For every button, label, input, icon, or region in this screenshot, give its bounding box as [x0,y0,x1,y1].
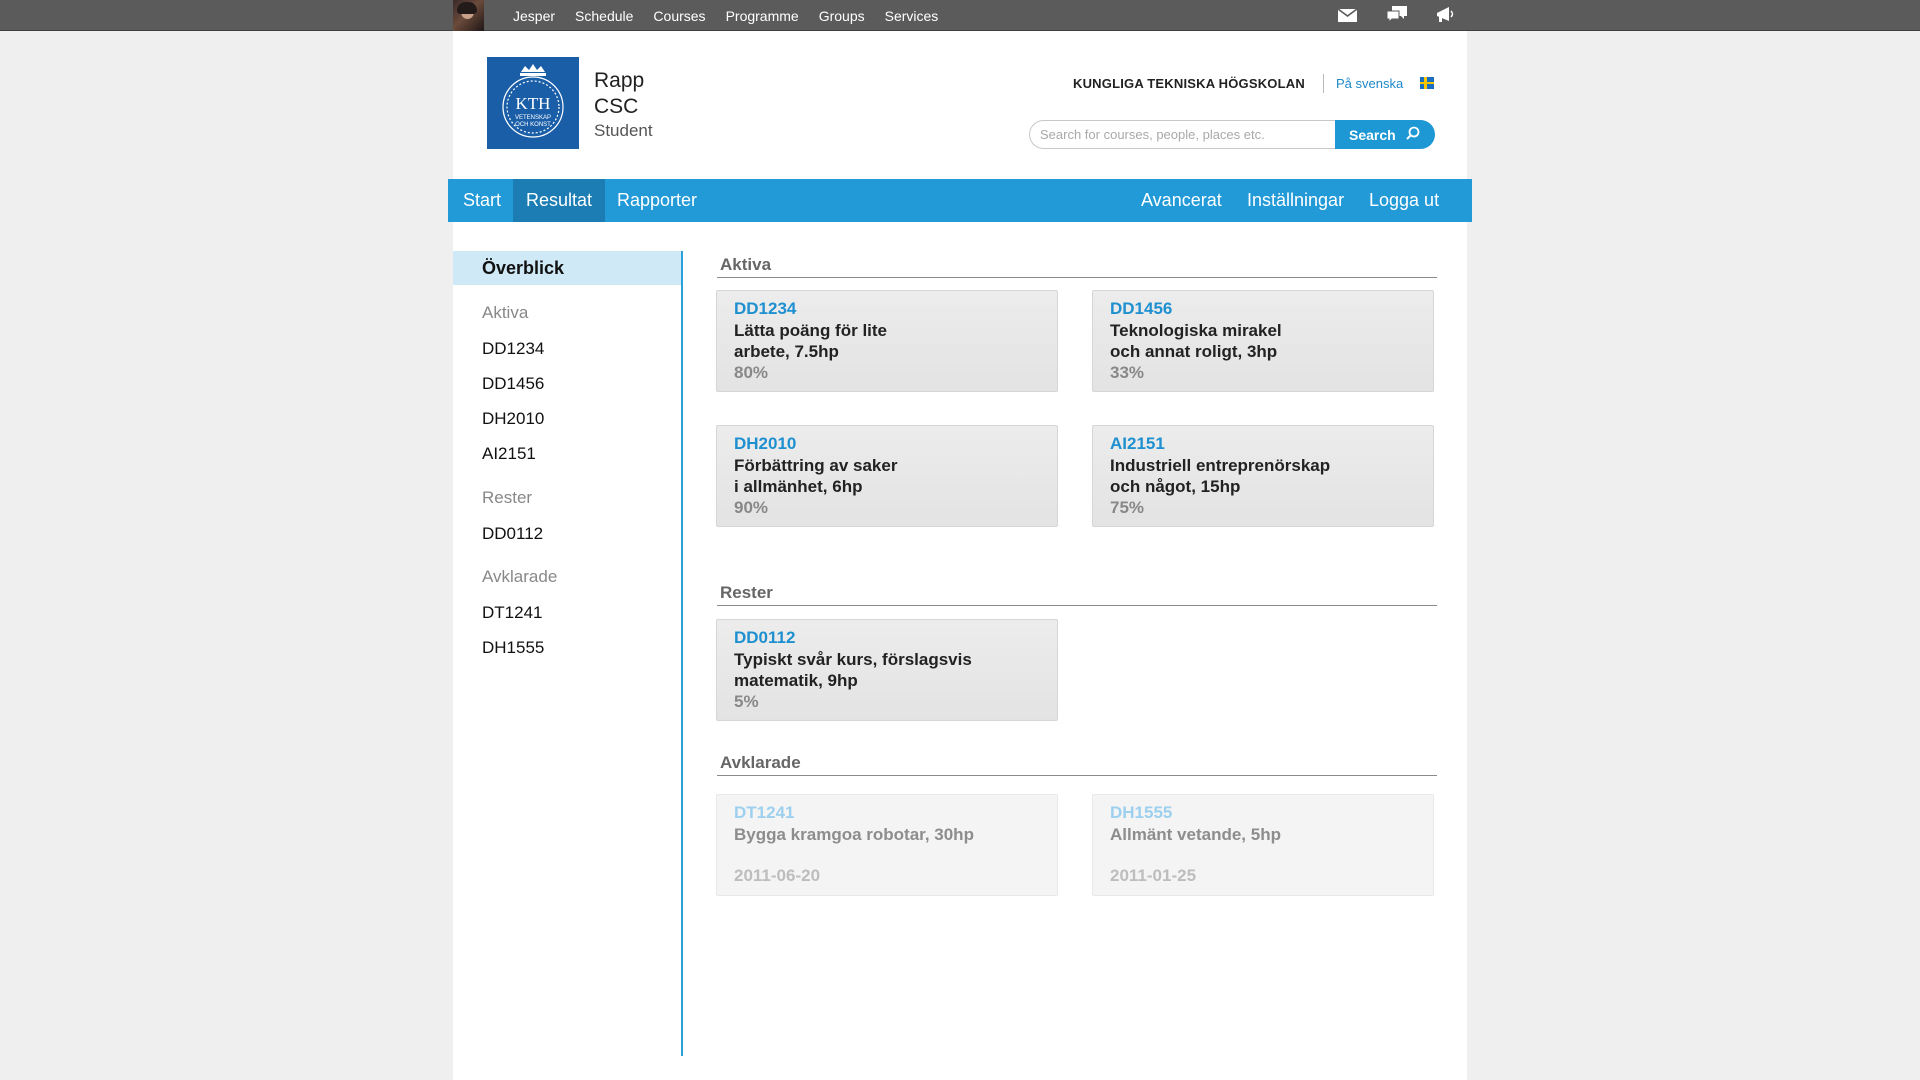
top-nav-programme[interactable]: Programme [726,8,799,24]
course-card-dh2010[interactable]: DH2010 Förbättring av saker i allmänhet,… [716,425,1058,527]
sidebar: Överblick Aktiva DD1234 DD1456 DH2010 AI… [453,251,683,1056]
mail-icon[interactable] [1337,8,1358,27]
page-container: KTH VETENSKAP OCH KONST Rapp CSC Student… [448,31,1472,1080]
course-code[interactable]: DD1456 [1110,298,1416,320]
nav-resultat[interactable]: Resultat [513,179,606,222]
search-button-label: Search [1349,126,1396,143]
course-completion-date: 2011-01-25 [1110,866,1197,885]
course-name: och något, 15hp [1110,477,1241,496]
top-nav-services[interactable]: Services [885,8,939,24]
search-button[interactable]: Search [1335,120,1435,149]
course-code[interactable]: DT1241 [734,802,1040,824]
sidebar-item-dt1241[interactable]: DT1241 [482,603,542,623]
section-title-aktiva: Aktiva [717,256,1437,278]
course-name: arbete, 7.5hp [734,342,839,361]
logo-kth-text: KTH [516,94,551,113]
app-title: Rapp CSC Student [594,68,653,142]
nav-avancerat[interactable]: Avancerat [1141,179,1222,222]
course-code[interactable]: AI2151 [1110,433,1416,455]
language-link[interactable]: På svenska [1336,76,1403,91]
swedish-flag-icon[interactable] [1420,77,1434,89]
sidebar-item-dh1555[interactable]: DH1555 [482,638,544,658]
sidebar-item-dd0112[interactable]: DD0112 [482,524,543,544]
top-nav-schedule[interactable]: Schedule [575,8,633,24]
university-name: KUNGLIGA TEKNISKA HÖGSKOLAN [1073,76,1305,91]
course-name: Förbättring av saker [734,456,898,475]
top-icons [1330,0,1470,31]
chat-icon[interactable] [1386,5,1408,29]
search-icon [1405,126,1420,143]
nav-rapporter[interactable]: Rapporter [617,179,697,222]
course-card-dh1555[interactable]: DH1555 Allmänt vetande, 5hp 2011-01-25 [1092,794,1434,896]
course-completion-date: 2011-06-20 [734,866,821,885]
top-nav-profile[interactable]: Jesper [513,8,555,24]
header-divider [1323,74,1324,93]
top-bar: Jesper Schedule Courses Programme Groups… [0,0,1920,31]
course-code[interactable]: DD1234 [734,298,1040,320]
course-code[interactable]: DD0112 [734,627,1040,649]
course-name: Lätta poäng för lite [734,321,887,340]
course-progress: 80% [734,363,769,382]
course-code[interactable]: DH1555 [1110,802,1416,824]
course-name: Bygga kramgoa robotar, 30hp [734,825,974,844]
sidebar-item-dd1456[interactable]: DD1456 [482,374,544,394]
top-nav: Jesper Schedule Courses Programme Groups… [493,0,938,31]
course-progress: 5% [734,692,759,711]
megaphone-icon[interactable] [1435,5,1455,30]
sidebar-heading-aktiva: Aktiva [482,303,529,322]
nav-start[interactable]: Start [463,179,501,222]
course-name: matematik, 9hp [734,671,858,690]
nav-installningar[interactable]: Inställningar [1247,179,1344,222]
sidebar-item-dd1234[interactable]: DD1234 [482,339,544,359]
nav-logga-ut[interactable]: Logga ut [1369,179,1439,222]
app-title-line-2: CSC [594,95,639,118]
search-input[interactable] [1029,120,1339,149]
course-name: i allmänhet, 6hp [734,477,863,496]
sidebar-item-ai2151[interactable]: AI2151 [482,444,536,464]
course-name: och annat roligt, 3hp [1110,342,1278,361]
course-name: Industriell entreprenörskap [1110,456,1331,475]
logo-motto-2: OCH KONST [515,122,551,128]
course-progress: 33% [1110,363,1145,382]
logo-motto-1: VETENSKAP [515,115,551,121]
sidebar-heading-avklarade: Avklarade [482,567,558,586]
kth-logo[interactable]: KTH VETENSKAP OCH KONST [487,57,579,149]
course-name: Allmänt vetande, 5hp [1110,825,1281,844]
top-nav-courses[interactable]: Courses [653,8,705,24]
sidebar-heading-rester: Rester [482,488,533,507]
course-progress: 90% [734,498,769,517]
app-title-line-1: Rapp [594,69,645,92]
course-card-dd1456[interactable]: DD1456 Teknologiska mirakel och annat ro… [1092,290,1434,392]
course-card-ai2151[interactable]: AI2151 Industriell entreprenörskap och n… [1092,425,1434,527]
sidebar-item-overview[interactable]: Överblick [453,251,681,285]
app-title-line-3: Student [594,121,653,140]
main-nav: Start Resultat Rapporter Avancerat Instä… [448,179,1472,222]
course-card-dd1234[interactable]: DD1234 Lätta poäng för lite arbete, 7.5h… [716,290,1058,392]
user-avatar[interactable] [453,0,484,31]
search-bar: Search [1029,120,1435,149]
sidebar-item-dh2010[interactable]: DH2010 [482,409,544,429]
section-title-rester: Rester [717,584,1437,606]
top-nav-groups[interactable]: Groups [819,8,865,24]
course-name: Typiskt svår kurs, förslagsvis [734,650,972,669]
course-card-dt1241[interactable]: DT1241 Bygga kramgoa robotar, 30hp 2011-… [716,794,1058,896]
course-name: Teknologiska mirakel [1110,321,1282,340]
section-title-avklarade: Avklarade [717,754,1437,776]
course-code[interactable]: DH2010 [734,433,1040,455]
course-card-dd0112[interactable]: DD0112 Typiskt svår kurs, förslagsvis ma… [716,619,1058,721]
course-progress: 75% [1110,498,1145,517]
